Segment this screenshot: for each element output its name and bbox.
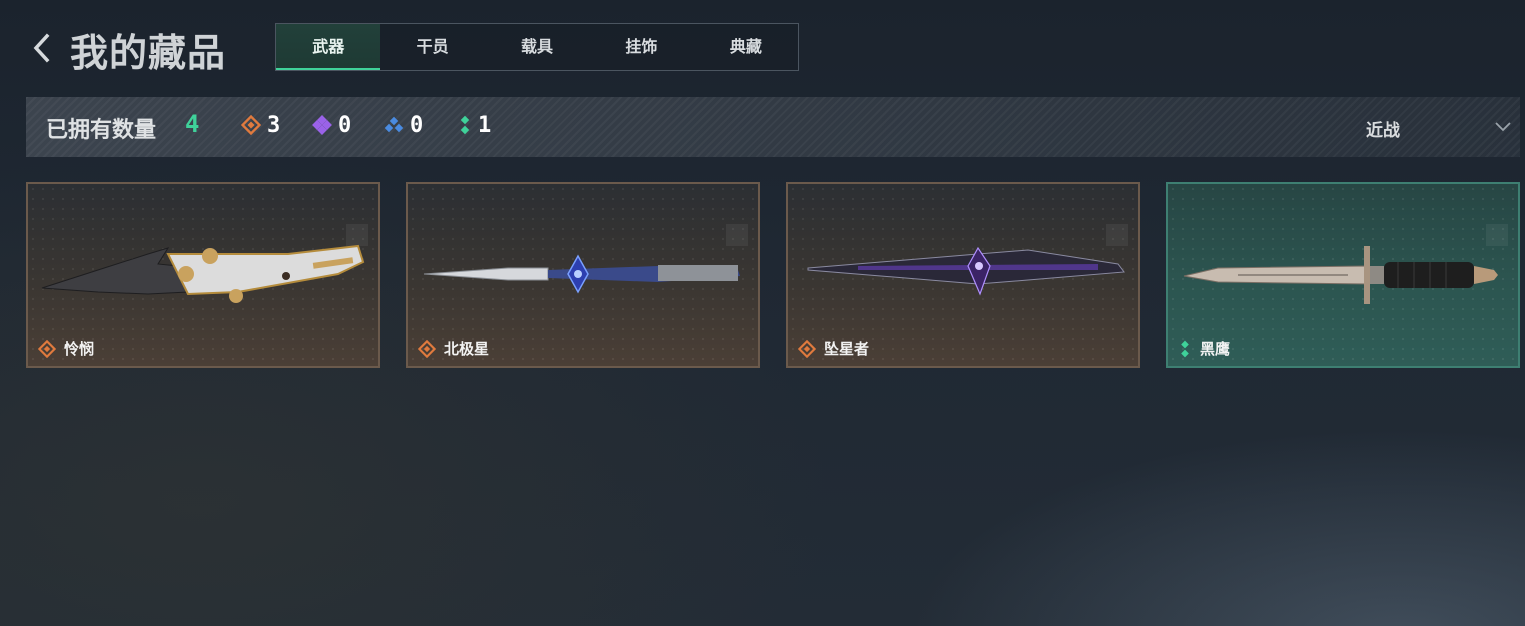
item-name-row: 坠星者 bbox=[798, 338, 869, 359]
weapon-image bbox=[807, 246, 1125, 296]
orange-diamond-icon bbox=[418, 339, 436, 358]
owned-label: 已拥有数量 bbox=[46, 118, 157, 143]
green-diamond-icon bbox=[460, 115, 470, 135]
rarity-purple-stat: 0 bbox=[312, 112, 351, 138]
item-name: 黑鹰 bbox=[1200, 340, 1231, 358]
item-name: 北极星 bbox=[444, 340, 490, 358]
rarity-green-stat: 1 bbox=[458, 112, 491, 138]
purple-diamond-icon bbox=[312, 115, 332, 135]
item-name-row: 北极星 bbox=[418, 338, 489, 359]
orange-diamond-icon bbox=[241, 115, 261, 135]
orange-diamond-icon bbox=[798, 339, 816, 358]
tab-operators[interactable]: 干员 bbox=[380, 24, 484, 70]
green-diamond-icon bbox=[1181, 340, 1189, 357]
rarity-blue-stat: 0 bbox=[384, 112, 423, 138]
blue-diamond-icon bbox=[384, 116, 404, 133]
rarity-purple-count: 0 bbox=[338, 112, 352, 138]
filter-label: 近战 bbox=[1366, 121, 1400, 141]
item-name-row: 怜悯 bbox=[38, 338, 94, 359]
category-filter-dropdown[interactable]: 近战 bbox=[1280, 97, 1520, 157]
orange-diamond-icon bbox=[38, 339, 56, 358]
owned-count: 4 bbox=[185, 110, 200, 138]
tab-vehicles[interactable]: 载具 bbox=[485, 24, 589, 70]
weapon-image bbox=[41, 244, 365, 303]
stats-bar: 已拥有数量 4 3 0 0 1 近战 bbox=[26, 97, 1520, 157]
category-tabs: 武器 干员 载具 挂饰 典藏 bbox=[275, 23, 799, 71]
tab-weapons[interactable]: 武器 bbox=[276, 24, 381, 70]
back-button[interactable] bbox=[28, 30, 56, 66]
item-card[interactable]: 坠星者 bbox=[786, 182, 1140, 368]
item-name-row: 黑鹰 bbox=[1178, 338, 1230, 359]
rarity-blue-count: 0 bbox=[410, 112, 424, 138]
item-card[interactable]: 黑鹰 bbox=[1166, 182, 1520, 368]
rarity-green-count: 1 bbox=[478, 112, 492, 138]
tab-collection[interactable]: 典藏 bbox=[694, 24, 798, 70]
weapon-image bbox=[1183, 246, 1498, 304]
item-card[interactable]: 怜悯 bbox=[26, 182, 380, 368]
page-title: 我的藏品 bbox=[70, 31, 227, 75]
item-name: 怜悯 bbox=[64, 340, 95, 358]
item-card[interactable]: 北极星 bbox=[406, 182, 760, 368]
weapon-image bbox=[423, 254, 740, 294]
chevron-down-icon bbox=[1495, 122, 1511, 132]
tab-charms[interactable]: 挂饰 bbox=[589, 24, 693, 70]
chevron-left-icon[interactable] bbox=[28, 30, 56, 66]
top-bar: 我的藏品 武器 干员 载具 挂饰 典藏 bbox=[0, 0, 1525, 96]
rarity-orange-stat: 3 bbox=[241, 112, 280, 138]
rarity-orange-count: 3 bbox=[267, 112, 281, 138]
item-name: 坠星者 bbox=[824, 340, 870, 358]
